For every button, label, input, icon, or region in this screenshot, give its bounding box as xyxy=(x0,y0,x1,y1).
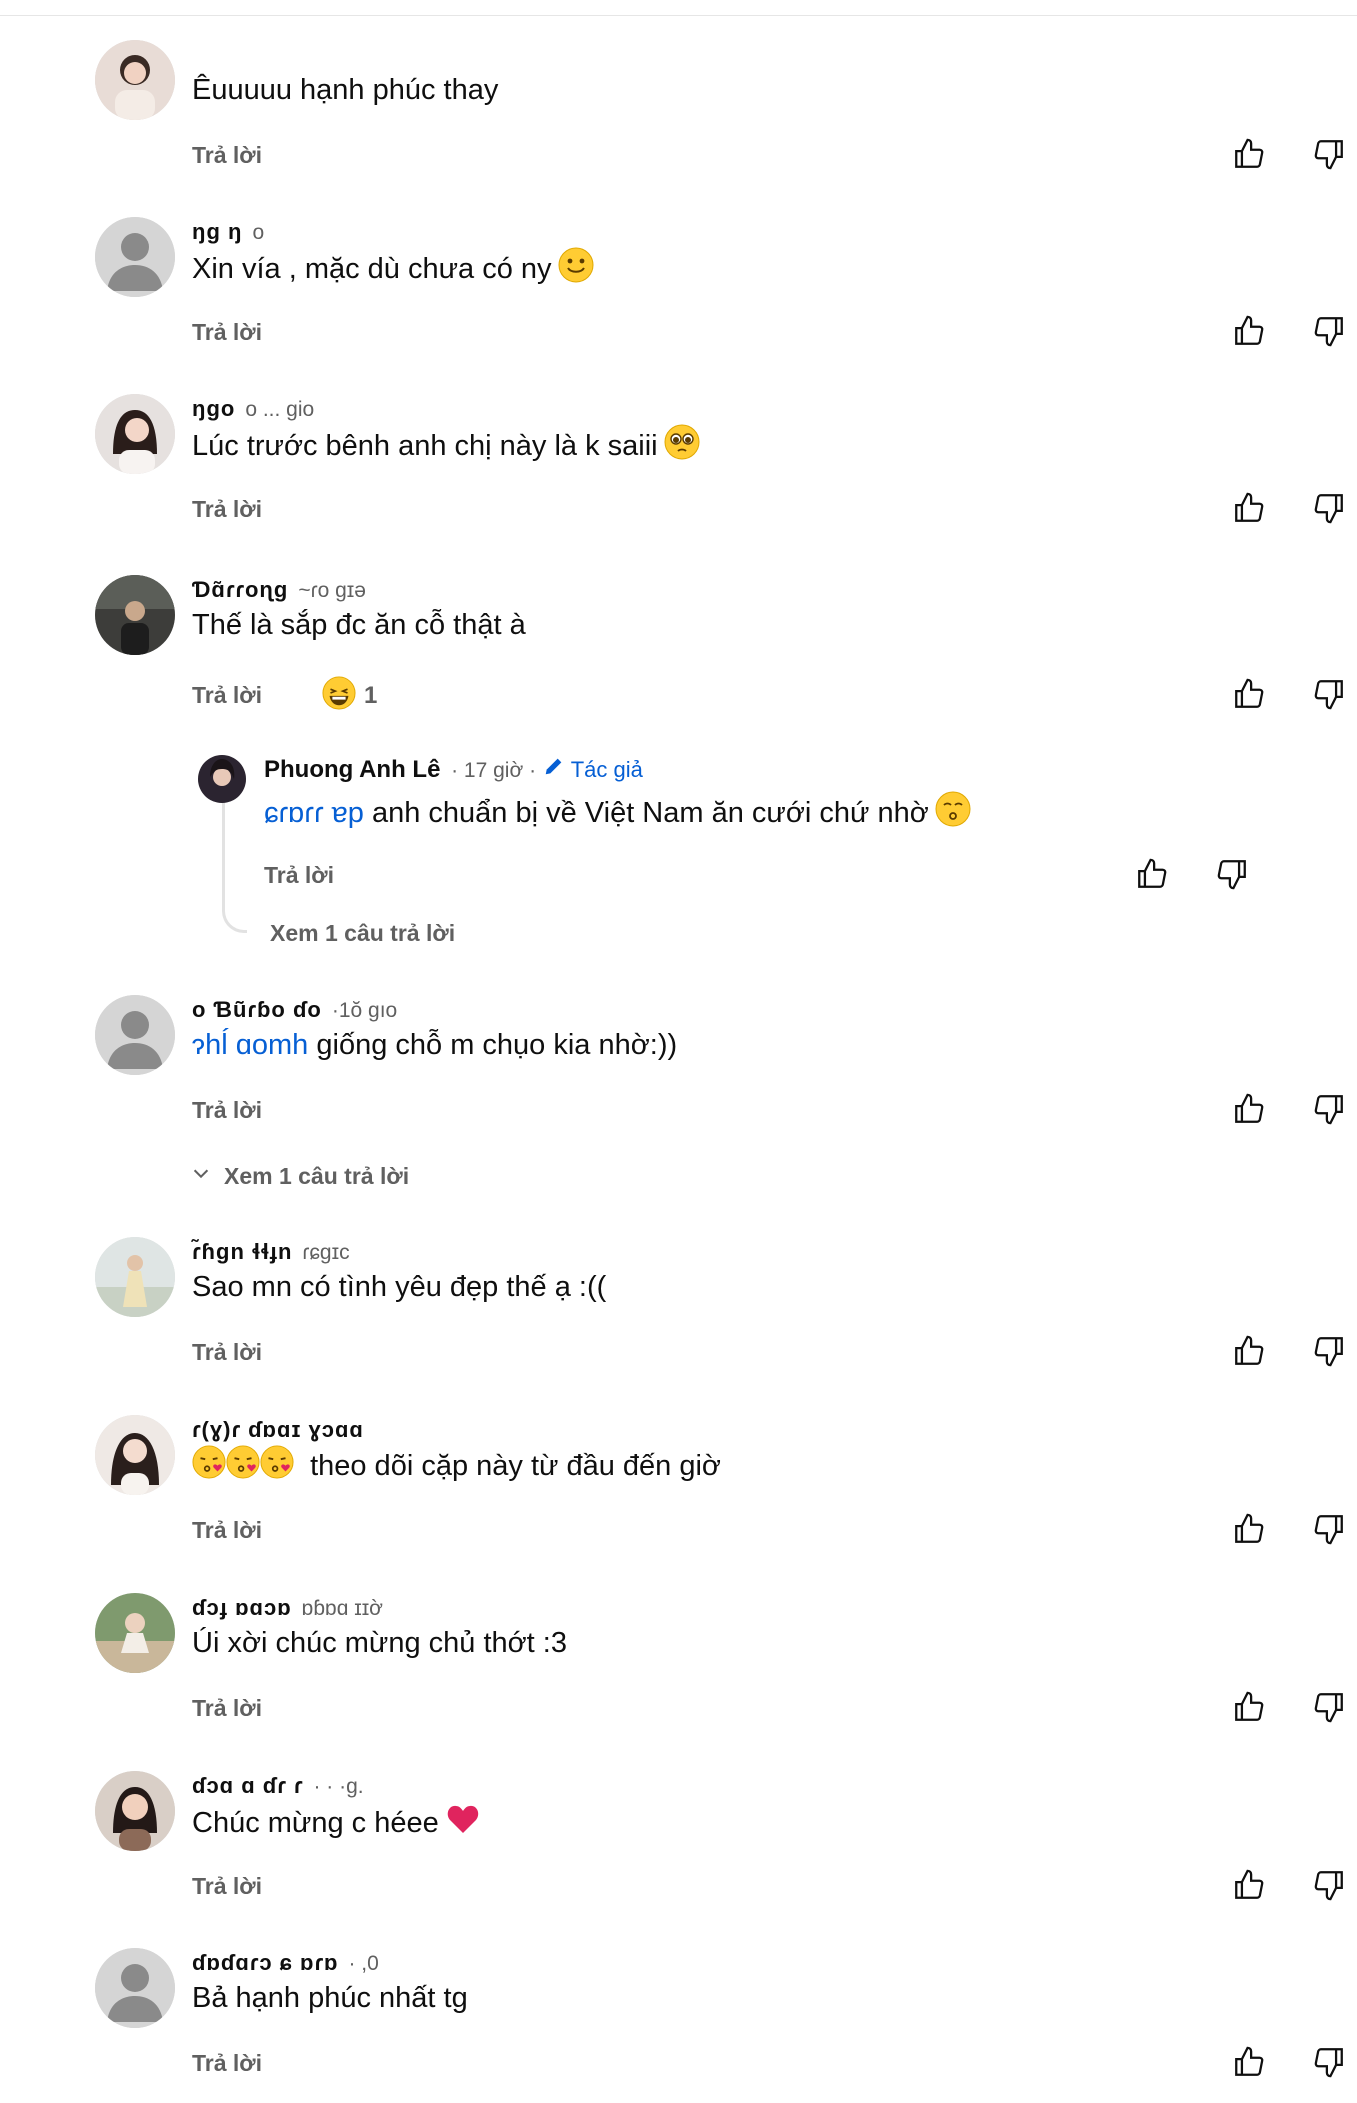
comment-author[interactable]: Ɗɑ̃ɾɾoɳɡ ~ɾo gɪə xyxy=(192,575,1275,605)
dislike-icon[interactable] xyxy=(1312,1334,1346,1373)
avatar[interactable] xyxy=(95,394,175,474)
reply-button[interactable]: Trả lời xyxy=(192,135,262,175)
comment-text: Lúc trước bênh anh chị này là k saiii xyxy=(192,424,1275,471)
view-replies-button[interactable]: Xem 1 câu trả lời xyxy=(270,920,455,947)
like-icon[interactable] xyxy=(1232,137,1266,176)
like-icon[interactable] xyxy=(1232,491,1266,530)
comment-text: Xin vía , mặc dù chưa có ny xyxy=(192,247,1275,294)
comment-author[interactable] xyxy=(192,40,1275,70)
reply-button[interactable]: Trả lời xyxy=(192,1332,262,1372)
kiss-heart-emoji-icon xyxy=(226,1445,260,1490)
comment-text: Chúc mừng c héee xyxy=(192,1801,1275,1848)
laughing-emoji-icon xyxy=(322,675,356,717)
avatar[interactable] xyxy=(95,40,175,120)
comment-author[interactable]: Phuong Anh Lê · 17 giờ · Tác giả xyxy=(264,755,1275,785)
kiss-heart-emoji-icon xyxy=(260,1445,294,1490)
comment-author[interactable]: ŋɡ ŋo xyxy=(192,217,1275,247)
dislike-icon[interactable] xyxy=(1215,857,1249,896)
dislike-icon[interactable] xyxy=(1312,2045,1346,2084)
top-divider xyxy=(0,15,1357,16)
comment-author[interactable]: ɾ̃ɦɡn ɬɬɟn ɾɕɡɪc xyxy=(192,1237,1275,1267)
reply-button[interactable]: Trả lời xyxy=(192,1090,262,1130)
like-icon[interactable] xyxy=(1232,1334,1266,1373)
mention-link[interactable]: ɂhĺ ɑomh xyxy=(192,1029,308,1061)
like-icon[interactable] xyxy=(1232,1092,1266,1131)
comment-author[interactable]: ɗɒɗɑɾɔ ɕ ɒɾɒ · ,0 xyxy=(192,1948,1275,1978)
comment-author[interactable]: ɾ(ɣ)ɾ ɗɒɑɪ ɣɔɑɑ xyxy=(192,1415,1275,1445)
comment-author[interactable]: ɗɔɟ ɒɑɔɒ ɒɓɒɑ ɪɪờ xyxy=(192,1593,1275,1623)
dislike-icon[interactable] xyxy=(1312,1512,1346,1551)
reply-button[interactable]: Trả lời xyxy=(192,675,262,715)
comment-text: theo dõi cặp này từ đầu đến giờ xyxy=(192,1445,1275,1490)
mention-link[interactable]: ɕɾɒɾɾ ɐp xyxy=(264,797,364,829)
like-icon[interactable] xyxy=(1232,1690,1266,1729)
dislike-icon[interactable] xyxy=(1312,1092,1346,1131)
avatar[interactable] xyxy=(95,1415,175,1495)
reaction-summary[interactable]: 1 xyxy=(322,675,377,713)
like-icon[interactable] xyxy=(1232,677,1266,716)
avatar[interactable] xyxy=(95,1771,175,1851)
comment-author[interactable]: ŋgo o ... gio xyxy=(192,394,1275,424)
comment-text: ɕɾɒɾɾ ɐp anh chuẩn bị về Việt Nam ăn cướ… xyxy=(264,791,1275,838)
comment-text: ɂhĺ ɑomh giống chỗ m chụo kia nhờ:)) xyxy=(192,1029,678,1061)
slight-smile-emoji-icon xyxy=(558,247,594,294)
pleading-face-emoji-icon xyxy=(664,424,700,471)
avatar[interactable] xyxy=(95,995,175,1075)
comment-text: Úi xời chúc mừng chủ thớt :3 xyxy=(192,1627,567,1659)
reply-thread-connector xyxy=(222,800,247,933)
dislike-icon[interactable] xyxy=(1312,1868,1346,1907)
avatar[interactable] xyxy=(95,1948,175,2028)
like-icon[interactable] xyxy=(1232,1512,1266,1551)
reply-button[interactable]: Trả lời xyxy=(192,1688,262,1728)
comment-text: Sao mn có tình yêu đẹp thế ạ :(( xyxy=(192,1271,607,1303)
dislike-icon[interactable] xyxy=(1312,1690,1346,1729)
red-heart-emoji-icon xyxy=(445,1801,481,1848)
avatar[interactable] xyxy=(95,217,175,297)
reply-button[interactable]: Trả lời xyxy=(192,1866,262,1906)
like-icon[interactable] xyxy=(1232,1868,1266,1907)
kissing-face-emoji-icon xyxy=(935,791,971,838)
avatar[interactable] xyxy=(95,1237,175,1317)
chevron-down-icon xyxy=(190,1162,212,1190)
comment-text: Bả hạnh phúc nhất tg xyxy=(192,1982,468,2014)
dislike-icon[interactable] xyxy=(1312,491,1346,530)
reply-button[interactable]: Trả lời xyxy=(192,1510,262,1550)
dislike-icon[interactable] xyxy=(1312,137,1346,176)
like-icon[interactable] xyxy=(1232,2045,1266,2084)
avatar[interactable] xyxy=(95,1593,175,1673)
avatar[interactable] xyxy=(95,575,175,655)
dislike-icon[interactable] xyxy=(1312,677,1346,716)
comment-text: Êuuuuu hạnh phúc thay xyxy=(192,74,499,106)
comment-text: Thế là sắp đc ăn cỗ thật à xyxy=(192,609,526,641)
view-replies-button[interactable]: Xem 1 câu trả lời xyxy=(190,1162,409,1190)
reply-button[interactable]: Trả lời xyxy=(192,2043,262,2083)
kiss-heart-emoji-icon xyxy=(192,1445,226,1490)
pencil-icon xyxy=(543,755,565,785)
comment-author[interactable]: ɗɔɑ ɑ ɗɾ ɾ · · ·g. xyxy=(192,1771,1275,1801)
dislike-icon[interactable] xyxy=(1312,314,1346,353)
comment-author[interactable]: o Ɓũɾɓo ɗo ·1ŏ gıo xyxy=(192,995,1275,1025)
reply-button[interactable]: Trả lời xyxy=(264,855,334,895)
avatar[interactable] xyxy=(198,755,246,803)
reply-button[interactable]: Trả lời xyxy=(192,312,262,352)
like-icon[interactable] xyxy=(1232,314,1266,353)
creator-badge: Tác giả xyxy=(543,755,643,785)
reply-button[interactable]: Trả lời xyxy=(192,489,262,529)
like-icon[interactable] xyxy=(1135,857,1169,896)
